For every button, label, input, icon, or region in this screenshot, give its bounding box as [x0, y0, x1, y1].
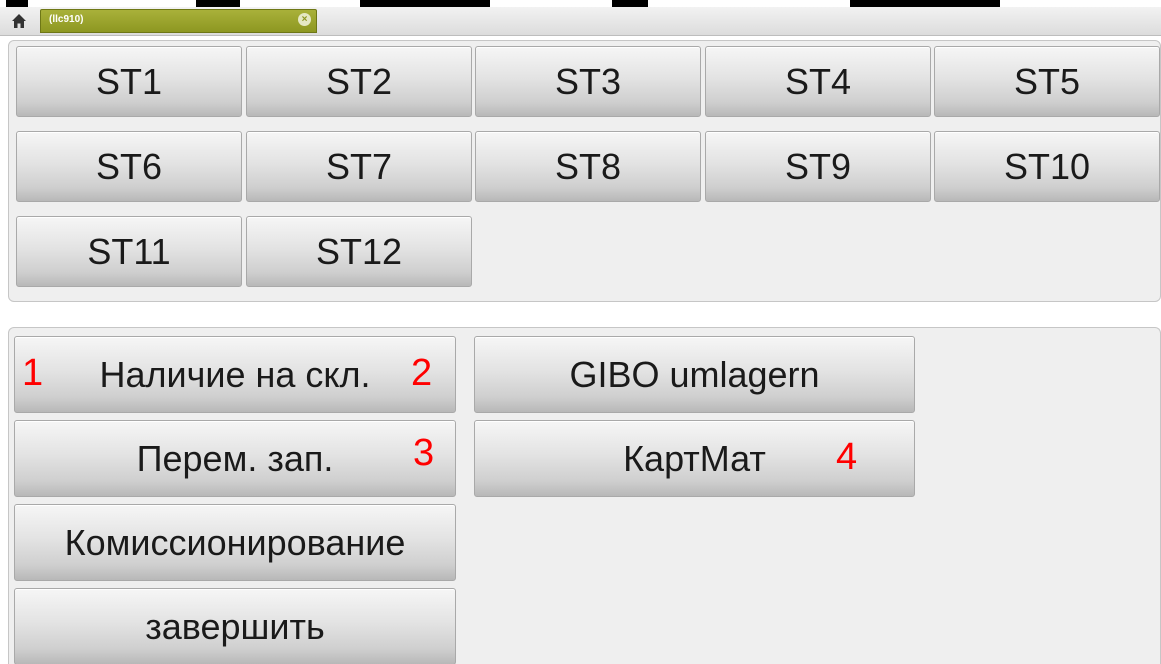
cropped-header-fragment [850, 0, 1000, 7]
tab-label: (llc910) [49, 14, 84, 25]
station-button-st12[interactable]: ST12 [246, 216, 472, 287]
material-card-label: КартМат [623, 437, 766, 479]
station-button-st4[interactable]: ST4 [705, 46, 931, 117]
station-button-st2[interactable]: ST2 [246, 46, 472, 117]
stock-availability-button[interactable]: Наличие на скл. [14, 336, 456, 413]
gibo-relocate-label: GIBO umlagern [569, 353, 820, 395]
home-icon[interactable] [4, 11, 34, 31]
annotation-number-4: 4 [836, 436, 858, 478]
gibo-relocate-button[interactable]: GIBO umlagern [474, 336, 915, 413]
station-button-st7[interactable]: ST7 [246, 131, 472, 202]
station-button-st11[interactable]: ST11 [16, 216, 242, 287]
cropped-header-fragment [612, 0, 648, 7]
annotation-number-2: 2 [411, 352, 433, 394]
station-button-st1[interactable]: ST1 [16, 46, 242, 117]
annotation-number-3: 3 [413, 432, 435, 474]
app-window: (llc910) × ST1 ST2 ST3 ST4 ST5 ST6 ST7 S… [0, 0, 1161, 664]
transfer-stock-label: Перем. зап. [136, 437, 334, 479]
station-button-st5[interactable]: ST5 [934, 46, 1160, 117]
commissioning-label: Комиссионирование [64, 521, 406, 563]
station-button-st9[interactable]: ST9 [705, 131, 931, 202]
annotation-number-1: 1 [22, 352, 44, 394]
tab-llc910[interactable]: (llc910) × [40, 9, 317, 33]
commissioning-button[interactable]: Комиссионирование [14, 504, 456, 581]
station-button-st6[interactable]: ST6 [16, 131, 242, 202]
cropped-header-fragment [360, 0, 490, 7]
tab-bar: (llc910) × [0, 7, 1161, 36]
transfer-stock-button[interactable]: Перем. зап. [14, 420, 456, 497]
finish-label: завершить [145, 605, 325, 647]
cropped-header-fragment [196, 0, 240, 7]
finish-button[interactable]: завершить [14, 588, 456, 664]
station-button-st3[interactable]: ST3 [475, 46, 701, 117]
close-icon[interactable]: × [298, 13, 311, 26]
station-button-st10[interactable]: ST10 [934, 131, 1160, 202]
cropped-header-fragment [6, 0, 28, 7]
stock-availability-label: Наличие на скл. [99, 353, 371, 395]
station-button-st8[interactable]: ST8 [475, 131, 701, 202]
